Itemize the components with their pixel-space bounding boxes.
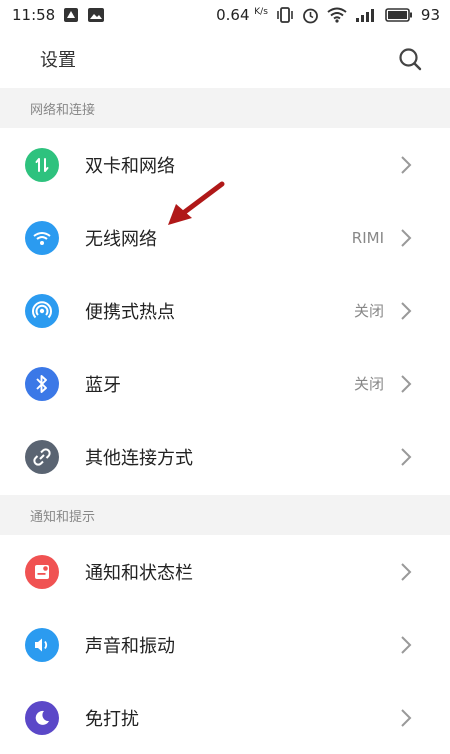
battery-icon [385,8,413,22]
settings-item-hotspot[interactable]: 便携式热点 关闭 [0,274,450,347]
settings-item-value: RIMI [351,228,384,247]
section-header-network: 网络和连接 [0,88,450,128]
settings-item-sound[interactable]: 声音和振动 [0,608,450,681]
settings-item-label: 便携式热点 [85,301,175,323]
wifi-status-icon [327,7,347,23]
wifi-icon [25,220,59,255]
chevron-right-icon [400,635,412,655]
settings-item-label: 免打扰 [85,708,139,730]
bluetooth-icon [25,366,59,401]
network-speed-value: 0.64 [216,6,250,24]
image-notification-icon [87,7,105,23]
alarm-icon [302,7,319,24]
settings-item-value: 关闭 [353,375,384,393]
network-speed: 0.64 K/s [216,6,268,24]
settings-item-label: 蓝牙 [85,374,121,396]
chevron-right-icon [400,562,412,582]
battery-level: 93 [420,6,440,24]
link-icon [25,439,59,474]
section-header-notifications: 通知和提示 [0,495,450,535]
settings-item-notifications[interactable]: 通知和状态栏 [0,535,450,608]
settings-item-other-connections[interactable]: 其他连接方式 [0,420,450,493]
notification-app-icon [63,7,79,23]
hotspot-icon [25,293,59,328]
settings-item-label: 双卡和网络 [85,155,175,177]
settings-item-label: 声音和振动 [85,635,175,657]
annotation-arrow-icon [160,180,230,234]
sound-icon [25,627,59,662]
app-bar: 设置 [0,30,450,88]
chevron-right-icon [400,301,412,321]
status-bar: 11:58 0.64 K/s 93 [0,0,450,30]
notification-icon [25,554,59,589]
settings-item-label: 通知和状态栏 [85,562,193,584]
do-not-disturb-icon [25,700,59,735]
chevron-right-icon [400,708,412,728]
settings-item-do-not-disturb[interactable]: 免打扰 [0,681,450,754]
chevron-right-icon [400,228,412,248]
page-title: 设置 [40,50,76,71]
chevron-right-icon [400,447,412,467]
settings-item-label: 其他连接方式 [85,447,193,469]
signal-icon [355,8,377,22]
chevron-right-icon [400,155,412,175]
vibrate-icon [276,7,294,23]
settings-item-value: 关闭 [353,302,384,320]
search-icon[interactable] [398,47,422,71]
status-time: 11:58 [12,6,56,24]
network-speed-unit: K/s [254,7,268,17]
dual-sim-icon [25,147,59,182]
settings-item-bluetooth[interactable]: 蓝牙 关闭 [0,347,450,420]
chevron-right-icon [400,374,412,394]
